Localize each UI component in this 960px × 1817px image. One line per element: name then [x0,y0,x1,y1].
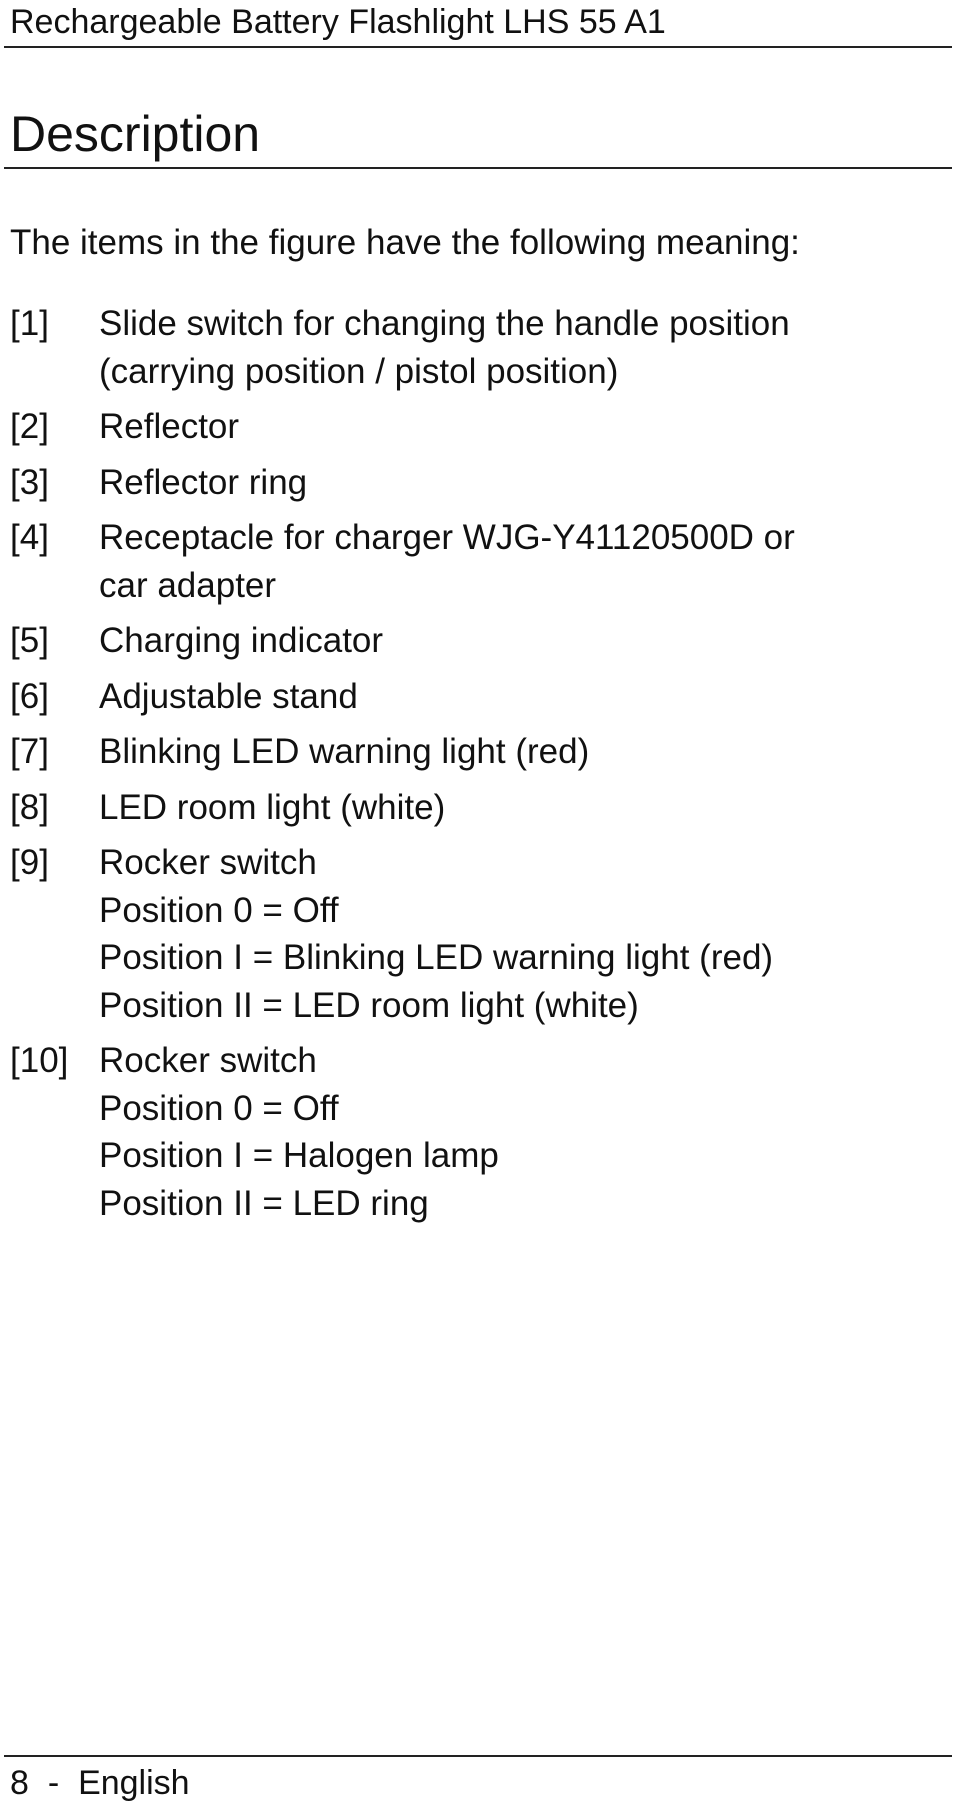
page-number: 8 [10,1764,29,1802]
item-number: [9] [10,843,49,882]
item-number: [2] [10,407,49,446]
header-rule [4,46,952,48]
list-item: [3] Reflector ring [0,459,960,507]
item-text: Position I = Blinking LED warning light … [99,938,774,977]
heading-rule [4,167,952,169]
item-number: [3] [10,462,49,502]
item-text: Reflector ring [99,462,308,502]
footer-separator: - [47,1764,60,1802]
list-item: [1] Slide switch for changing the handle… [0,300,960,395]
section-heading: Description [10,106,261,162]
item-text: Position 0 = Off [99,890,339,930]
footer-language: English [78,1764,190,1802]
list-item: [7] Blinking LED warning light (red) [0,728,960,776]
item-number: [4] [10,518,49,557]
footer-rule [4,1755,952,1757]
item-text: Reflector [99,407,240,446]
list-item: [5] Charging indicator [0,617,960,665]
item-text: Rocker switch [99,1041,317,1080]
item-text: Position II = LED room light (white) [99,985,639,1025]
item-text: Position II = LED ring [99,1183,429,1223]
item-text: Adjustable stand [99,676,358,716]
item-number: [7] [10,732,49,771]
running-header: Rechargeable Battery Flashlight LHS 55 A… [10,3,666,41]
item-text: Blinking LED warning light (red) [99,732,590,771]
list-item: [10] Rocker switch Position 0 = Off Posi… [0,1037,960,1227]
item-text: Position I = Halogen lamp [99,1136,499,1175]
list-item: [6] Adjustable stand [0,673,960,721]
item-text: Receptacle for charger WJG-Y41120500D or [99,518,795,557]
item-number: [6] [10,676,49,716]
list-item: [2] Reflector [0,403,960,451]
item-text: Charging indicator [99,621,384,660]
list-item: [4] Receptacle for charger WJG-Y41120500… [0,514,960,609]
intro-text: The items in the figure have the followi… [10,223,800,262]
item-text: (carrying position / pistol position) [99,351,619,391]
legend-list: [1] Slide switch for changing the handle… [0,300,960,1227]
item-number: [1] [10,304,49,343]
page-footer: 8 - English [10,1760,190,1806]
item-number: [10] [10,1041,69,1080]
item-number: [5] [10,621,49,660]
list-item: [9] Rocker switch Position 0 = Off Posit… [0,839,960,1029]
list-item: [8] LED room light (white) [0,784,960,832]
item-text: Position 0 = Off [99,1088,339,1128]
item-text: LED room light (white) [99,787,446,827]
item-text: Rocker switch [99,843,317,882]
item-text: car adapter [99,565,277,605]
item-number: [8] [10,787,49,827]
item-text: Slide switch for changing the handle pos… [99,304,790,343]
